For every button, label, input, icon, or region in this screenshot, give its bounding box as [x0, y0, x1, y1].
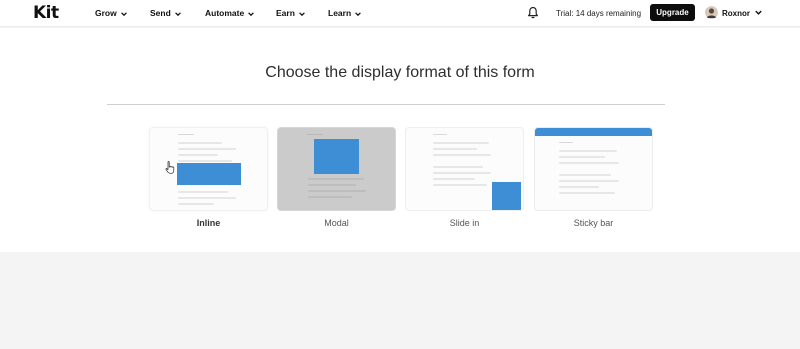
chevron-down-icon — [248, 11, 255, 16]
page-background — [0, 252, 800, 349]
preview-line — [433, 178, 475, 180]
avatar[interactable] — [705, 6, 718, 19]
chevron-down-icon — [120, 11, 127, 16]
preview-line — [178, 134, 194, 135]
nav-send[interactable]: Send — [150, 8, 182, 19]
preview-line — [559, 192, 615, 194]
nav-automate-label: Automate — [205, 8, 245, 18]
preview-line — [559, 156, 605, 158]
preview-line — [559, 186, 599, 188]
nav-learn-label: Learn — [328, 8, 352, 18]
format-card-slide-in[interactable] — [405, 127, 524, 211]
sticky-bar-preview — [535, 128, 652, 136]
format-label-modal: Modal — [324, 218, 349, 228]
preview-line — [178, 191, 228, 193]
preview-line — [433, 142, 489, 144]
inline-form-preview — [177, 163, 241, 185]
preview-line — [559, 180, 619, 182]
kit-logo[interactable]: Kit — [33, 4, 59, 22]
preview-line — [178, 142, 222, 144]
upgrade-button[interactable]: Upgrade — [650, 4, 695, 21]
nav-grow[interactable]: Grow — [95, 8, 128, 19]
trial-status: Trial: 14 days remaining — [556, 9, 642, 18]
chevron-down-icon — [299, 11, 305, 16]
nav-grow-label: Grow — [95, 8, 117, 18]
chevron-down-icon — [174, 11, 181, 16]
format-card-sticky-bar[interactable] — [534, 127, 653, 211]
preview-line — [178, 154, 218, 156]
preview-line — [178, 203, 214, 205]
preview-line — [559, 150, 617, 152]
top-nav: Kit Grow Send Automate Earn Learn Trial:… — [0, 0, 800, 27]
preview-line — [433, 148, 477, 150]
bell-icon[interactable] — [527, 6, 539, 19]
chevron-down-icon — [355, 11, 362, 16]
preview-line — [559, 174, 611, 176]
preview-line — [433, 154, 491, 156]
preview-line — [433, 134, 447, 135]
format-label-slide-in: Slide in — [449, 218, 480, 228]
chevron-down-icon[interactable] — [754, 8, 763, 17]
preview-line — [307, 134, 323, 135]
nav-send-label: Send — [150, 8, 171, 18]
modal-form-preview — [314, 139, 359, 174]
format-label-inline: Inline — [196, 218, 221, 228]
preview-line — [433, 172, 491, 174]
cursor-icon — [165, 161, 175, 174]
preview-line — [178, 148, 236, 150]
preview-line — [433, 166, 483, 168]
preview-line — [308, 184, 356, 186]
user-name[interactable]: Roxnor — [722, 8, 750, 19]
divider — [107, 104, 665, 105]
preview-line — [559, 162, 619, 164]
preview-line — [308, 178, 364, 180]
preview-line — [308, 196, 352, 198]
page-title: Choose the display format of this form — [265, 64, 535, 81]
slide-in-form-preview — [492, 182, 521, 210]
format-label-sticky-bar: Sticky bar — [573, 218, 614, 228]
preview-line — [559, 142, 573, 143]
preview-line — [178, 197, 236, 199]
nav-earn-label: Earn — [276, 8, 295, 18]
format-card-modal[interactable] — [277, 127, 396, 211]
preview-line — [308, 190, 366, 192]
format-selection-panel — [0, 28, 800, 252]
nav-automate[interactable]: Automate — [205, 8, 255, 19]
preview-line — [178, 160, 232, 162]
nav-learn[interactable]: Learn — [328, 8, 362, 19]
preview-line — [433, 184, 487, 186]
nav-earn[interactable]: Earn — [276, 8, 306, 19]
